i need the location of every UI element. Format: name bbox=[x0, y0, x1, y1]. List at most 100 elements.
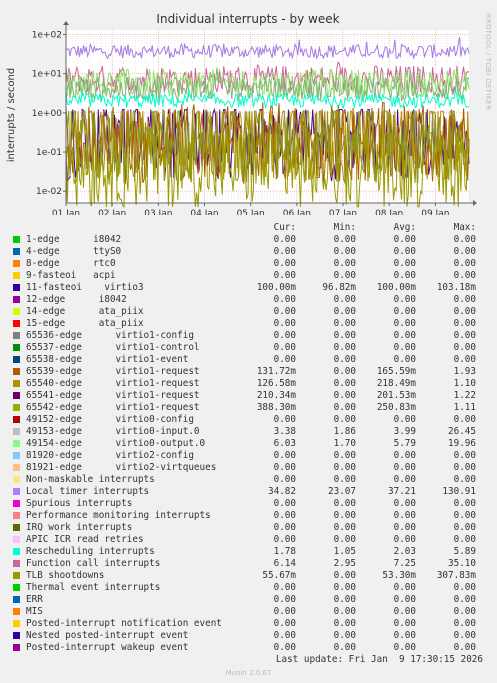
legend-max: 0.00 bbox=[453, 618, 476, 629]
legend-row: 15-edge ata_piix 0.00 0.00 0.00 0.00 bbox=[12, 318, 488, 330]
legend-max: 0.00 bbox=[453, 414, 476, 425]
legend-max: 0.00 bbox=[453, 462, 476, 473]
legend-row: 65540-edge virtio1-request 126.58m 0.00 218… bbox=[12, 378, 488, 390]
x-tick-label: 06 Jan bbox=[283, 209, 311, 215]
legend-swatch bbox=[13, 512, 20, 519]
chart-title: Individual interrupts - by week bbox=[156, 12, 339, 26]
legend-label: Posted-interrupt notification event bbox=[26, 618, 222, 629]
legend-max: 0.00 bbox=[453, 630, 476, 641]
x-tick-label: 08 Jan bbox=[375, 209, 403, 215]
x-tick-label: 07 Jan bbox=[329, 209, 357, 215]
legend-swatch bbox=[13, 536, 20, 543]
legend-label: 65540-edge virtio1-request bbox=[26, 378, 200, 389]
legend-swatch bbox=[13, 596, 20, 603]
legend-table: Cur: Min: Avg: Max: 1-edge i8042 0.00 0.00… bbox=[12, 222, 488, 654]
legend-row: TLB shootdowns 55.67m 0.00 53.30m 307.83m bbox=[12, 570, 488, 582]
legend-swatch bbox=[13, 344, 20, 351]
legend-row: MIS 0.00 0.00 0.00 0.00 bbox=[12, 606, 488, 618]
legend-label: 4-edge ttyS0 bbox=[26, 246, 122, 257]
legend-label: ERR bbox=[26, 594, 43, 605]
legend-row: 4-edge ttyS0 0.00 0.00 0.00 0.00 bbox=[12, 246, 488, 258]
legend-swatch bbox=[13, 548, 20, 555]
legend-swatch bbox=[13, 356, 20, 363]
legend-swatch bbox=[13, 404, 20, 411]
legend-label: TLB shootdowns bbox=[26, 570, 105, 581]
legend-label: 65538-edge virtio1-event bbox=[26, 354, 189, 365]
legend-row: 11-fasteoi virtio3 100.00m 96.82m 100.00m 10… bbox=[12, 282, 488, 294]
legend-row: 65536-edge virtio1-config 0.00 0.00 0.00 0.0… bbox=[12, 330, 488, 342]
legend-row: 49152-edge virtio0-config 0.00 0.00 0.00 0.0… bbox=[12, 414, 488, 426]
legend-swatch bbox=[13, 632, 20, 639]
legend-row: 49154-edge virtio0-output.0 6.03 1.70 5.79 1… bbox=[12, 438, 488, 450]
legend-max: 0.00 bbox=[453, 606, 476, 617]
legend-label: Thermal event interrupts bbox=[26, 582, 161, 593]
y-axis-label: interrupts / second bbox=[6, 68, 17, 162]
legend-row: Performance monitoring interrupts 0.00 0.0… bbox=[12, 510, 488, 522]
x-tick-label: 05 Jan bbox=[237, 209, 265, 215]
legend-swatch bbox=[13, 332, 20, 339]
legend-max: 0.00 bbox=[453, 354, 476, 365]
legend-label: 81920-edge virtio2-config bbox=[26, 450, 194, 461]
legend-row: 65538-edge virtio1-event 0.00 0.00 0.00 0.00 bbox=[12, 354, 488, 366]
legend-label: Posted-interrupt wakeup event bbox=[26, 642, 189, 653]
legend-max: 0.00 bbox=[453, 246, 476, 257]
legend-label: 15-edge ata_piix bbox=[26, 318, 144, 329]
x-tick-label: 04 Jan bbox=[190, 209, 218, 215]
legend-swatch bbox=[13, 392, 20, 399]
legend-swatch bbox=[13, 464, 20, 471]
legend-max: 0.00 bbox=[453, 534, 476, 545]
x-tick-label: 09 Jan bbox=[421, 209, 449, 215]
legend-rows: 1-edge i8042 0.00 0.00 0.00 0.00 4-edge ttyS0… bbox=[12, 234, 488, 654]
legend-swatch bbox=[13, 272, 20, 279]
x-tick-label: 01 Jan bbox=[52, 209, 80, 215]
legend-label: 81921-edge virtio2-virtqueues bbox=[26, 462, 217, 473]
legend-max: 0.00 bbox=[453, 270, 476, 281]
legend-swatch bbox=[13, 620, 20, 627]
legend-row: Rescheduling interrupts 1.78 1.05 2.03 5.89 bbox=[12, 546, 488, 558]
legend-label: 65536-edge virtio1-config bbox=[26, 330, 194, 341]
legend-swatch bbox=[13, 260, 20, 267]
legend-max: 1.11 bbox=[453, 402, 476, 413]
legend-row: Non-maskable interrupts 0.00 0.00 0.00 0.00 bbox=[12, 474, 488, 486]
legend-swatch bbox=[13, 380, 20, 387]
rrdtool-watermark: RRDTOOL / TOBI OETIKER bbox=[484, 14, 492, 111]
legend-row: 49153-edge virtio0-input.0 3.38 1.86 3.99 26… bbox=[12, 426, 488, 438]
legend-label: 65542-edge virtio1-request bbox=[26, 402, 200, 413]
legend-label: MIS bbox=[26, 606, 43, 617]
legend-swatch bbox=[13, 440, 20, 447]
legend-label: 8-edge rtc0 bbox=[26, 258, 116, 269]
legend-swatch bbox=[13, 320, 20, 327]
legend-label: 9-fasteoi acpi bbox=[26, 270, 116, 281]
legend-swatch bbox=[13, 308, 20, 315]
legend-row: APIC ICR read retries 0.00 0.00 0.00 0.00 bbox=[12, 534, 488, 546]
legend-label: Spurious interrupts bbox=[26, 498, 133, 509]
legend-row: 65541-edge virtio1-request 210.34m 0.00 201… bbox=[12, 390, 488, 402]
legend-max: 35.10 bbox=[448, 558, 476, 569]
legend-swatch bbox=[13, 236, 20, 243]
legend-row: Function call interrupts 6.14 2.95 7.25 35.1… bbox=[12, 558, 488, 570]
legend-label: IRQ work interrupts bbox=[26, 522, 133, 533]
interrupts-chart: Individual interrupts - by week interrup… bbox=[6, 12, 492, 215]
legend-swatch bbox=[13, 488, 20, 495]
legend-swatch bbox=[13, 608, 20, 615]
legend-swatch bbox=[13, 452, 20, 459]
legend-max: 0.00 bbox=[453, 498, 476, 509]
legend-label: 49153-edge virtio0-input.0 bbox=[26, 426, 200, 437]
legend-max: 1.22 bbox=[453, 390, 476, 401]
y-tick-label: 1e-01 bbox=[36, 148, 62, 158]
legend-max: 0.00 bbox=[453, 234, 476, 245]
legend-swatch bbox=[13, 428, 20, 435]
legend-max: 0.00 bbox=[453, 450, 476, 461]
legend-max: 1.93 bbox=[453, 366, 476, 377]
legend-header: Cur: Min: Avg: Max: bbox=[12, 222, 488, 234]
legend-max: 19.96 bbox=[448, 438, 476, 449]
legend-max: 0.00 bbox=[453, 510, 476, 521]
legend-row: IRQ work interrupts 0.00 0.00 0.00 0.00 bbox=[12, 522, 488, 534]
legend-max: 0.00 bbox=[453, 594, 476, 605]
legend-label: 49154-edge virtio0-output.0 bbox=[26, 438, 206, 449]
legend-swatch bbox=[13, 296, 20, 303]
y-tick-label: 1e-02 bbox=[36, 187, 62, 197]
legend-row: 81920-edge virtio2-config 0.00 0.00 0.00 0.0… bbox=[12, 450, 488, 462]
legend-swatch bbox=[13, 572, 20, 579]
legend-max: 0.00 bbox=[453, 258, 476, 269]
